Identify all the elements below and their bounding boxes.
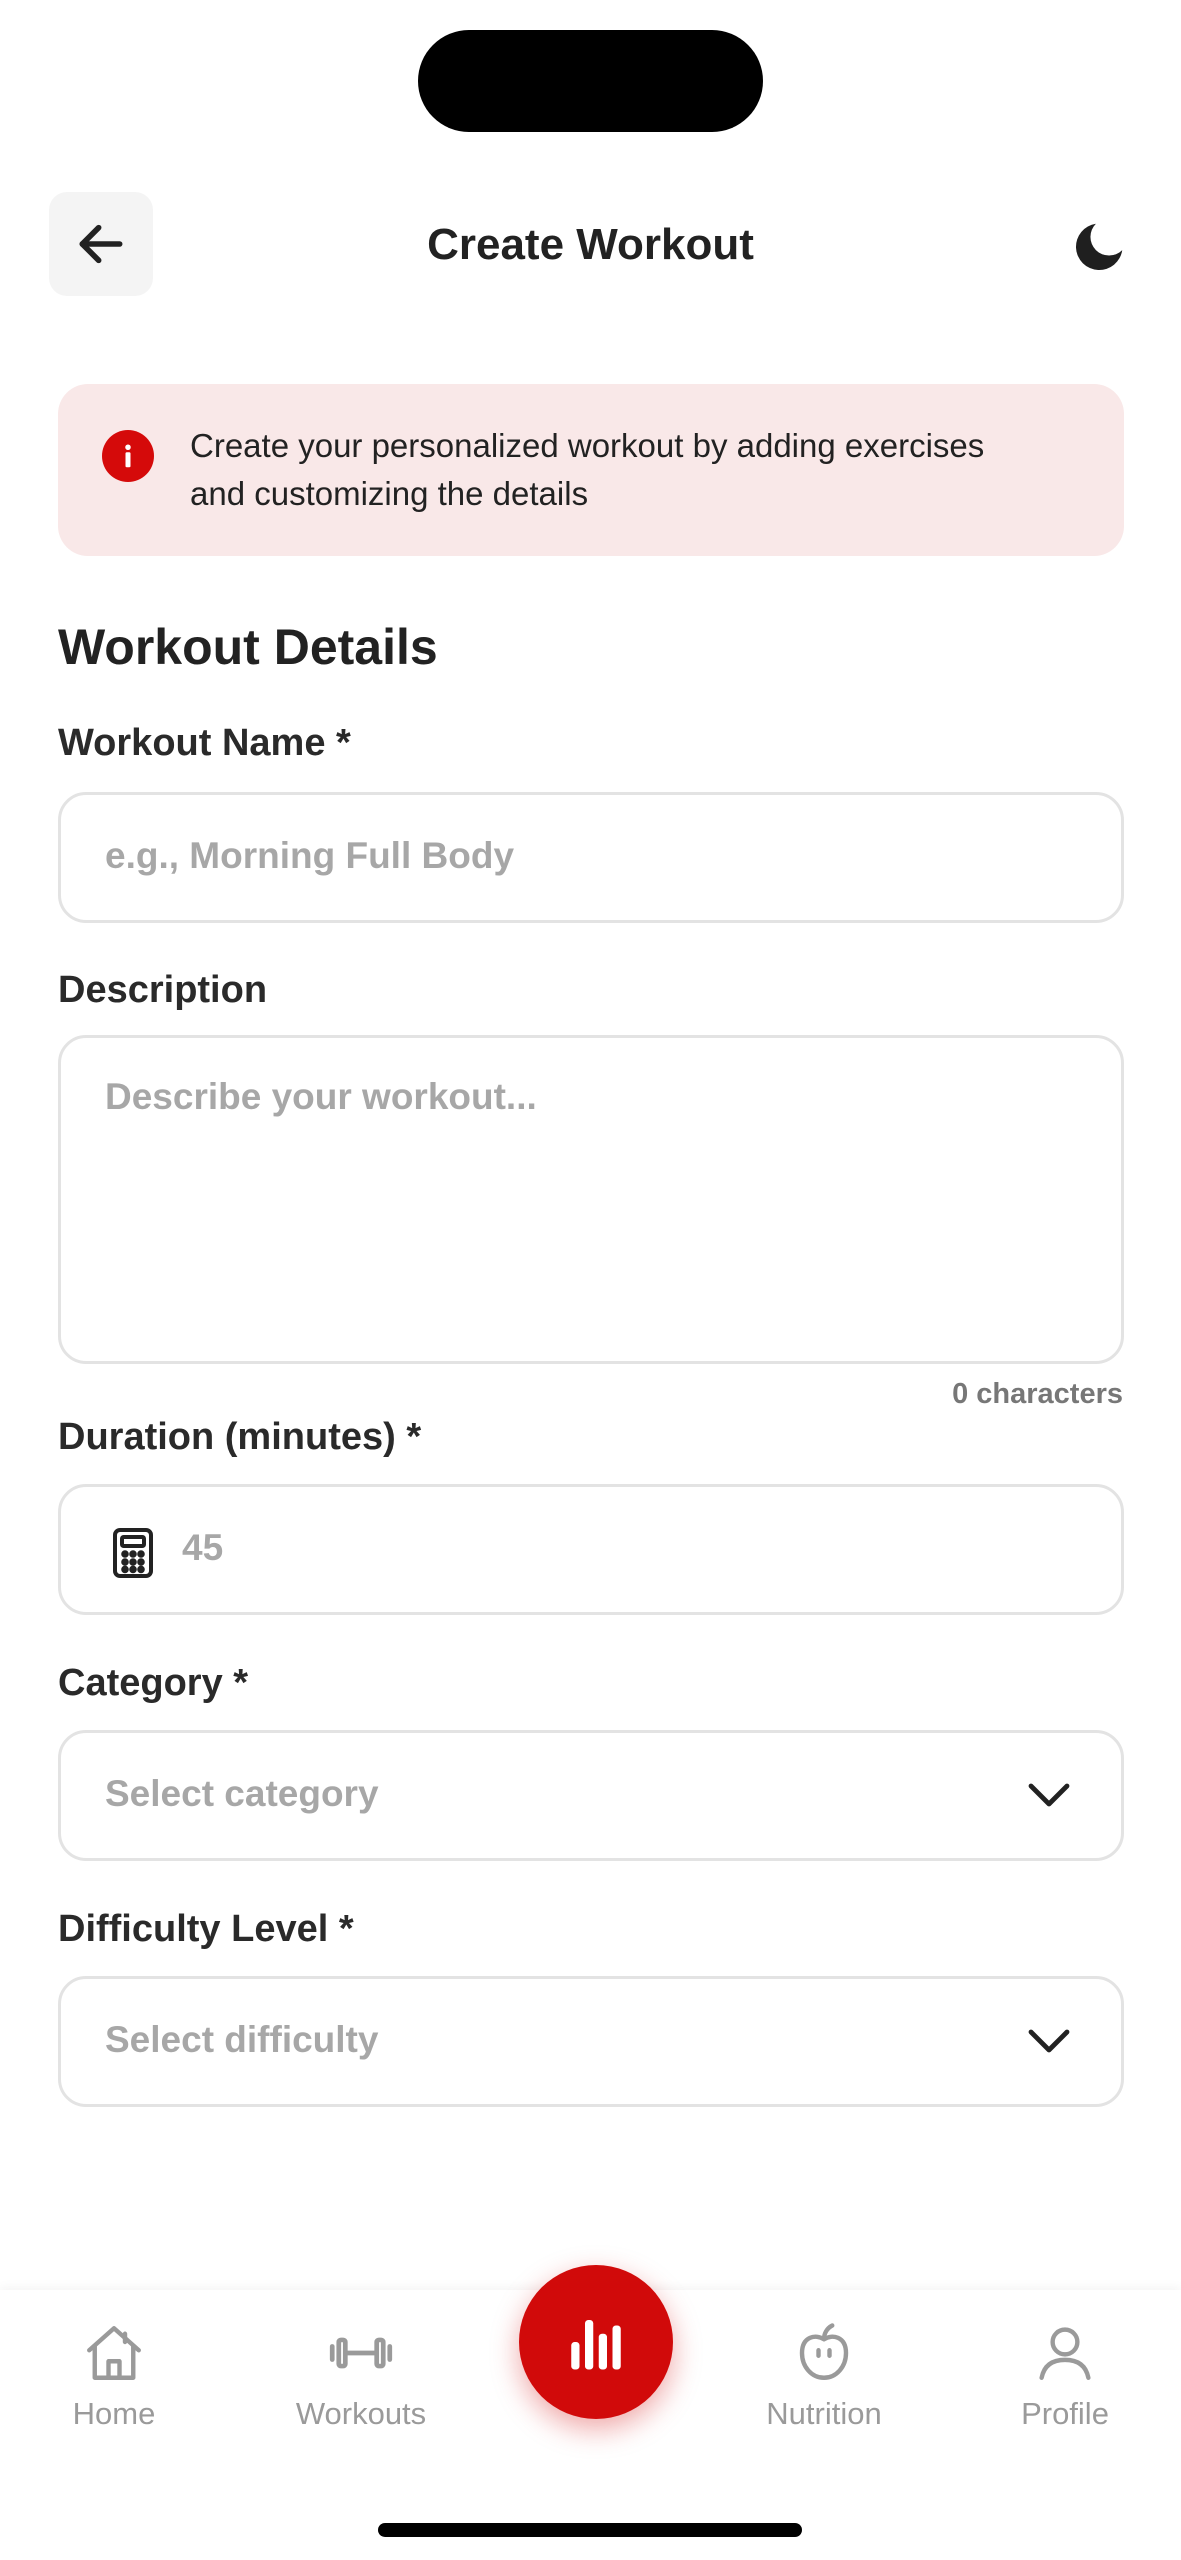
nav-item-workouts[interactable]: Workouts (261, 2320, 461, 2432)
nav-item-home[interactable]: Home (14, 2320, 214, 2432)
info-banner-line-1: Create your personalized workout by addi… (190, 427, 985, 464)
create-workout-screen: Create Workout Create your personalized … (0, 0, 1181, 2560)
workout-name-placeholder: e.g., Morning Full Body (105, 835, 515, 876)
nav-item-profile[interactable]: Profile (965, 2320, 1165, 2432)
category-label: Category * (58, 1662, 249, 1704)
nav-label-home: Home (72, 2396, 156, 2431)
difficulty-placeholder: Select difficulty (105, 2019, 379, 2060)
info-icon (102, 430, 154, 482)
workout-name-input[interactable]: e.g., Morning Full Body (58, 792, 1124, 923)
workout-name-label: Workout Name * (58, 722, 351, 764)
chevron-down-icon (1028, 1783, 1070, 1806)
info-banner-text: Create your personalized workout by addi… (190, 422, 1090, 518)
nav-item-nutrition[interactable]: Nutrition (724, 2320, 924, 2432)
nav-label-nutrition: Nutrition (766, 2396, 882, 2431)
difficulty-label: Difficulty Level * (58, 1908, 354, 1950)
calculator-icon (113, 1528, 153, 1578)
description-placeholder: Describe your workout... (105, 1076, 537, 1117)
theme-toggle-button[interactable] (1064, 212, 1134, 282)
apple-icon (799, 2323, 849, 2380)
stats-fab-button[interactable] (519, 2265, 673, 2419)
camera-notch (418, 30, 763, 132)
nav-label-profile: Profile (1021, 2396, 1109, 2431)
section-heading: Workout Details (58, 619, 438, 675)
chevron-down-icon (1028, 2029, 1070, 2052)
page-title: Create Workout (427, 220, 754, 269)
difficulty-select[interactable]: Select difficulty (58, 1976, 1124, 2107)
category-select[interactable]: Select category (58, 1730, 1124, 1861)
description-textarea[interactable]: Describe your workout... (58, 1035, 1124, 1364)
person-icon (1039, 2327, 1091, 2380)
nav-label-workouts: Workouts (295, 2396, 427, 2431)
bar-chart-icon (571, 2320, 621, 2370)
dumbbell-icon (329, 2337, 393, 2369)
home-icon (87, 2326, 141, 2380)
duration-label: Duration (minutes) * (58, 1416, 422, 1458)
info-banner-line-2: and customizing the details (190, 475, 589, 512)
description-label: Description (58, 969, 268, 1011)
moon-icon (1075, 223, 1123, 271)
home-indicator (378, 2523, 802, 2537)
duration-input[interactable]: 45 (58, 1484, 1124, 1615)
description-char-count: 0 characters (952, 1378, 1123, 1410)
duration-placeholder: 45 (182, 1527, 224, 1568)
category-placeholder: Select category (105, 1773, 379, 1814)
